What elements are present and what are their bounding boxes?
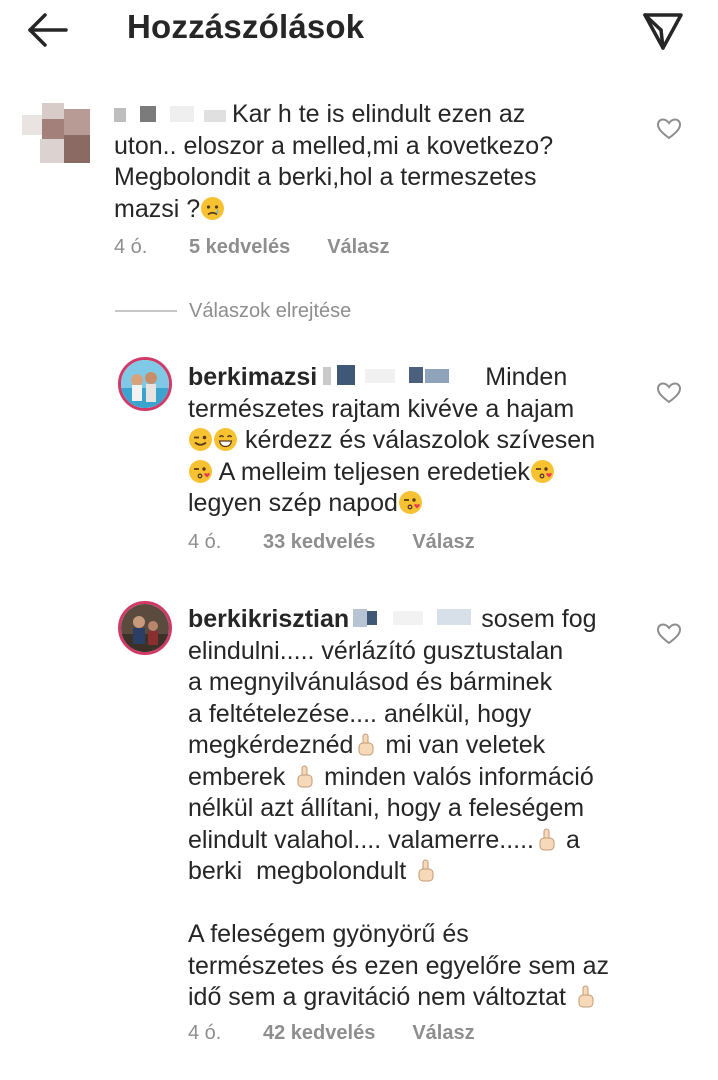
redacted-text xyxy=(353,606,481,627)
hide-replies-toggle[interactable]: Válaszok elrejtése xyxy=(115,298,351,324)
kissing-heart-emoji xyxy=(530,459,555,484)
reply-body: berkikrisztian sosem fog elindulni..... … xyxy=(188,605,610,1011)
like-count[interactable]: 5 kedvelés xyxy=(189,236,290,259)
comment-meta: 4 ó. 5 kedvelés Válasz xyxy=(114,236,389,259)
page-title: Hozzászólások xyxy=(127,8,365,45)
kissing-heart-emoji xyxy=(188,459,213,484)
avatar[interactable] xyxy=(118,601,172,655)
pointing-up-emoji xyxy=(534,827,559,852)
like-count[interactable]: 33 kedvelés xyxy=(263,531,375,554)
profile-photo xyxy=(121,360,169,408)
profile-photo xyxy=(121,604,169,652)
winking-face-emoji xyxy=(188,427,213,452)
crying-face-emoji xyxy=(200,196,225,221)
avatar[interactable] xyxy=(22,103,94,169)
redacted-username xyxy=(114,101,232,122)
reply-button[interactable]: Válasz xyxy=(327,236,389,259)
share-button[interactable] xyxy=(640,8,686,54)
arrow-left-icon xyxy=(28,13,68,47)
like-heart-icon[interactable] xyxy=(656,381,682,405)
grinning-face-emoji xyxy=(213,427,238,452)
like-heart-icon[interactable] xyxy=(656,622,682,646)
pointing-up-emoji xyxy=(413,858,438,883)
blurred-avatar-image xyxy=(22,103,90,163)
back-button[interactable] xyxy=(26,10,72,50)
username[interactable]: berkikrisztian xyxy=(188,605,349,633)
reply-button[interactable]: Válasz xyxy=(412,531,474,554)
comment-body: Kar h te is elindult ezen az uton.. elos… xyxy=(114,100,554,223)
avatar[interactable] xyxy=(118,357,172,411)
divider-line xyxy=(115,310,177,312)
username[interactable]: berkimazsi xyxy=(188,363,317,391)
comment-time: 4 ó. xyxy=(114,236,148,258)
reply-meta: 4 ó. 33 kedvelés Válasz xyxy=(188,531,475,554)
redacted-text xyxy=(323,364,471,385)
paper-plane-icon xyxy=(643,13,683,50)
like-heart-icon[interactable] xyxy=(656,117,682,141)
pointing-up-emoji xyxy=(353,732,378,757)
pointing-up-emoji xyxy=(292,764,317,789)
kissing-heart-emoji xyxy=(398,490,423,515)
comment-time: 4 ó. xyxy=(188,1022,222,1044)
header-bar: Hozzászólások xyxy=(0,0,718,60)
pointing-up-emoji xyxy=(573,984,598,1009)
like-count[interactable]: 42 kedvelés xyxy=(263,1022,375,1045)
reply-body: berkimazsi Minden természetes rajtam kiv… xyxy=(188,363,596,517)
reply-button[interactable]: Válasz xyxy=(412,1022,474,1045)
comment-time: 4 ó. xyxy=(188,531,222,553)
reply-meta: 4 ó. 42 kedvelés Válasz xyxy=(188,1022,475,1045)
